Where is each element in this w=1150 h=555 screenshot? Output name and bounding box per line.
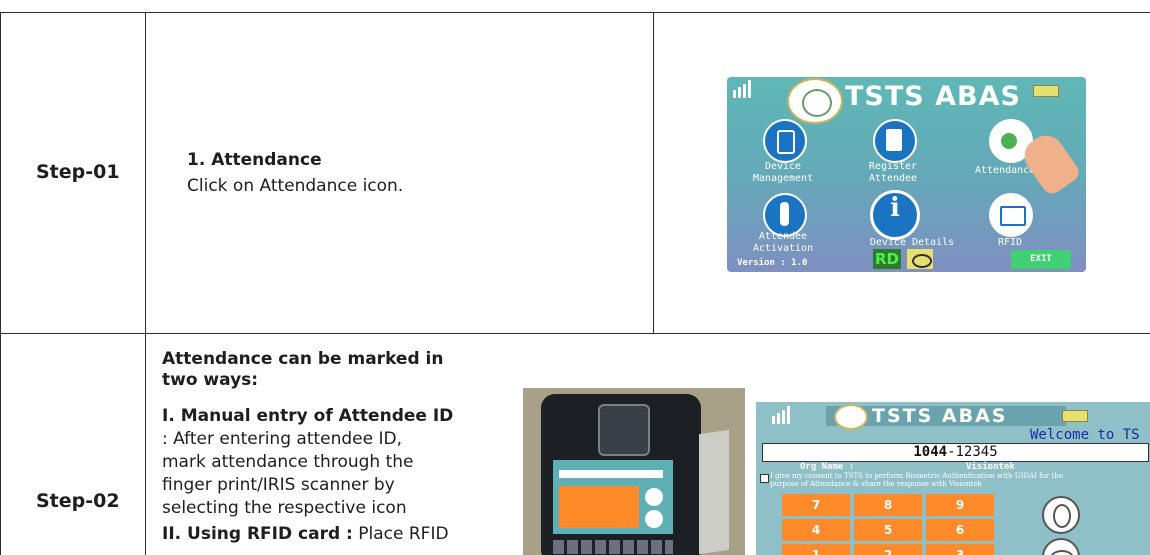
rfid-card: [699, 429, 729, 555]
eye-icon: [907, 249, 933, 269]
manual-entry-line-3: finger print/IRIS scanner by: [162, 475, 395, 495]
tsts-emblem-icon: [834, 404, 868, 430]
fingerprint-scanner: [598, 404, 650, 456]
exit-button[interactable]: EXIT: [1011, 250, 1071, 269]
app-title: TSTS ABAS: [845, 81, 1021, 112]
key-2[interactable]: 2: [854, 544, 922, 555]
row-divider: [0, 333, 1150, 334]
app-title: TSTS ABAS: [872, 405, 1008, 427]
register-attendee-label: Register Attendee: [868, 161, 918, 184]
manual-entry-line-4: selecting the respective icon: [162, 498, 407, 518]
attendance-heading: 1. Attendance: [187, 150, 322, 170]
battery-icon: [1033, 85, 1059, 97]
key-8[interactable]: 8: [854, 494, 922, 516]
key-6[interactable]: 6: [926, 519, 994, 541]
step-02-label: Step-02: [36, 490, 120, 512]
manual-entry-line-1: : After entering attendee ID,: [162, 429, 403, 449]
handheld-device-photo: [523, 388, 745, 555]
attendee-activation-label: Attendee Activation: [752, 231, 814, 254]
image-column-divider: [653, 12, 654, 333]
key-1[interactable]: 1: [782, 544, 850, 555]
consent-checkbox[interactable]: [760, 474, 769, 483]
version-label: Version : 1.0: [737, 258, 808, 268]
step-01-label: Step-01: [36, 161, 120, 183]
app-home-screen: TSTS ABAS Device Management Register Atten…: [727, 77, 1086, 272]
device-details-label: Device Details: [869, 237, 955, 248]
id-suffix: -12345: [947, 444, 998, 460]
tsts-emblem-icon: [787, 78, 843, 124]
key-9[interactable]: 9: [926, 494, 994, 516]
table-top-border: [0, 12, 1150, 13]
device-management-label: Device Management: [752, 161, 814, 184]
battery-icon: [1062, 410, 1088, 422]
info-icon[interactable]: i: [870, 190, 920, 240]
key-4[interactable]: 4: [782, 519, 850, 541]
device-management-icon[interactable]: [763, 119, 807, 163]
rfid-icon[interactable]: [989, 193, 1033, 237]
methods-intro: Attendance can be marked in two ways:: [162, 349, 444, 390]
key-3[interactable]: 3: [926, 544, 994, 555]
manual-entry-screen: TSTS ABAS Welcome to TS 1044-12345 Org N…: [756, 402, 1150, 555]
signal-icon: [772, 406, 792, 424]
manual-entry-title: I. Manual entry of Attendee ID: [162, 406, 454, 426]
key-5[interactable]: 5: [854, 519, 922, 541]
step-column-divider: [145, 12, 146, 555]
device-keypad: [553, 540, 673, 554]
org-name-label: Org Name :: [800, 462, 855, 472]
rd-badge: RD: [873, 249, 901, 269]
key-7[interactable]: 7: [782, 494, 850, 516]
consent-text: I give my consent to TSTS to perform Bio…: [770, 472, 1063, 488]
org-name-value: Visiontek: [966, 462, 1015, 472]
signal-icon: [733, 80, 753, 98]
device-screen: [553, 460, 673, 534]
rfid-method-text: II. Using RFID card : Place RFID: [162, 524, 449, 544]
attendee-id-input[interactable]: 1044-12345: [762, 443, 1149, 462]
register-attendee-icon[interactable]: [873, 119, 917, 163]
id-prefix: 1044: [913, 444, 948, 460]
manual-entry-line-2: mark attendance through the: [162, 452, 414, 472]
iris-icon[interactable]: [1042, 538, 1080, 555]
attendance-instruction: Click on Attendance icon.: [187, 176, 404, 196]
table-left-border: [0, 12, 1, 555]
fingerprint-icon[interactable]: [1042, 496, 1080, 534]
rfid-label: RFID: [997, 237, 1023, 248]
welcome-text: Welcome to TS: [1030, 427, 1140, 443]
